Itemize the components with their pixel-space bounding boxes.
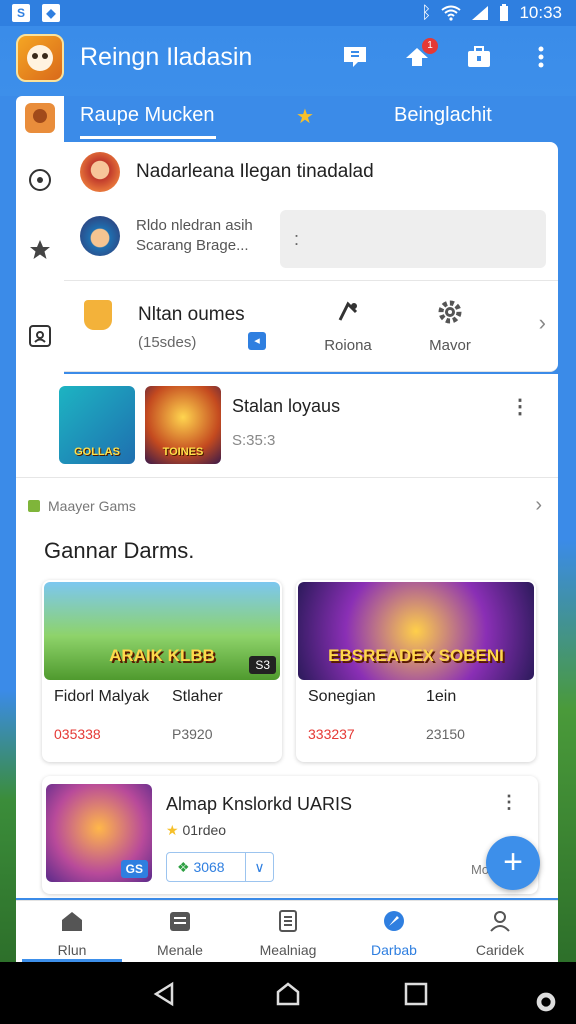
background-scenery [558,540,576,964]
game-notif-icon: ◆ [42,4,60,22]
status-bar: S ◆ ᛒ 10:33 [0,0,576,26]
top-card: Nadarleana Ilegan tinadalad Rldo nledran… [64,142,558,372]
options-sub: (15sdes) [138,334,197,351]
options-title: Nltan oumes [138,304,245,325]
featured-game-card[interactable]: GS Almap Knslorkd UARIS ★ 01rdeo ❖ 3068 ∨… [42,776,538,894]
roiona-button[interactable]: Roiona [308,298,388,354]
rating: ★ 01rdeo [166,822,227,838]
recents-icon[interactable] [402,980,430,1008]
document-icon [279,910,297,932]
avatar [80,152,120,192]
list-item-title: Stalan loyaus [232,396,341,416]
more-vert-icon[interactable]: ⋮ [510,394,530,419]
list-item-time: S:35:3 [232,432,276,449]
toolbox-icon[interactable] [462,40,496,74]
app-title: Reingn Iladasin [80,43,253,71]
gear-icon [438,300,462,324]
battery-icon [500,4,509,21]
tab-beinglachit[interactable]: Beinglachit [394,104,492,127]
leaf-icon [28,500,40,512]
compass-icon [384,911,404,931]
profile-icon [490,911,510,932]
chevron-right-icon[interactable]: › [539,310,546,336]
notification-button[interactable]: 1 [400,38,438,74]
search-input[interactable] [280,210,546,268]
tab-indicator [80,136,216,139]
nav-menale[interactable]: Menale [130,909,230,958]
profile-row[interactable]: Nadarleana Ilegan tinadalad [80,152,374,192]
featured-game-image: GS [46,784,152,882]
tab-raupe-mucken[interactable]: Raupe Mucken [80,104,215,127]
notification-badge: 1 [422,38,438,54]
divider [64,280,558,281]
avatar-icon [25,103,55,133]
wifi-icon [441,5,462,21]
app-logo[interactable] [16,34,64,82]
signal-icon [472,6,489,20]
list-item[interactable]: GOLLAS TOINES Stalan loyaus S:35:3 ⋮ [16,374,558,478]
game-thumbnail[interactable]: GOLLAS [59,386,135,464]
chevron-right-icon[interactable]: › [535,494,542,517]
scan-icon[interactable] [24,320,56,352]
star-rail-icon[interactable] [24,234,56,266]
app-bar: Reingn Iladasin 1 [0,26,576,96]
more-vert-icon[interactable]: ⋮ [500,792,518,813]
player-description: Rldo nledran asih Scarang Brage... [136,217,253,254]
screenshot-icon: S [12,4,30,22]
honey-pot-icon [84,300,112,330]
featured-game-title: Almap Knslorkd UARIS [166,794,353,814]
profile-name: Nadarleana Ilegan tinadalad [136,161,374,182]
chevron-down-icon[interactable]: ∨ [245,853,273,881]
system-nav-bar [0,962,576,1024]
star-icon[interactable]: ★ [296,104,314,129]
more-vert-icon[interactable] [524,40,558,74]
nav-mealniag[interactable]: Mealniag [238,909,338,958]
home-icon [62,912,82,931]
clock: 10:33 [519,3,562,22]
inbox-icon [170,912,190,931]
section-title: Gannar Darms. [44,538,195,563]
back-icon[interactable] [150,980,178,1008]
add-button[interactable]: + [486,836,540,890]
price-selector[interactable]: ❖ 3068 ∨ [166,852,274,882]
nav-caridek[interactable]: Caridek [450,909,550,958]
game-thumbnail[interactable]: TOINES [145,386,221,464]
home-nav-icon[interactable] [274,980,302,1008]
bottom-nav: Rlun Menale Mealniag Darbab Caridek [16,900,558,962]
mavor-button[interactable]: Mavor [410,298,490,354]
star-icon: ★ [166,822,179,838]
game-card[interactable]: EBSREADEX SOBENI Sonegian 1ein 333237 23… [296,580,536,762]
bluetooth-icon: ᛒ [421,3,432,22]
tab-bar: Raupe Mucken ★ Beinglachit [64,96,576,140]
nav-darbab[interactable]: Darbab [344,909,444,958]
background-scenery [0,690,16,964]
player-row[interactable]: Rldo nledran asih Scarang Brage... [80,216,253,256]
target-icon[interactable] [24,164,56,196]
section-label: Maayer Gams [28,498,136,514]
game-card[interactable]: ARAIK KLBB S3 Fidorl Malyak Stlaher 0353… [42,580,282,762]
options-row: Nltan oumes (15sdes) ◂ Roiona Mavor › [80,294,558,360]
cash-icon: ❖ [177,859,190,875]
flag-icon[interactable]: ◂ [248,332,266,350]
swap-icon [338,301,358,321]
games-section: Maayer Gams › Gannar Darms. ARAIK KLBB S… [16,478,558,898]
shield-chat-icon[interactable] [338,40,372,74]
avatar [80,216,120,256]
nav-home[interactable]: Rlun [22,909,122,958]
overflow-dot-icon[interactable] [532,988,560,1016]
rail-avatar[interactable] [24,102,56,134]
